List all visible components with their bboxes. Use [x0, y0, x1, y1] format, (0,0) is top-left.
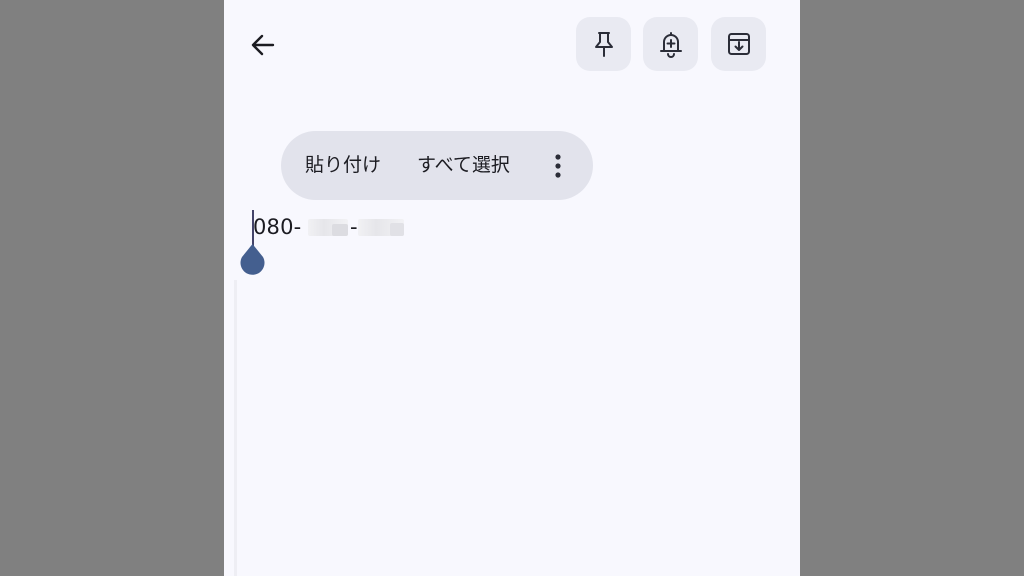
- back-button[interactable]: [242, 24, 284, 66]
- redacted-digits-1-detail: [332, 224, 348, 236]
- note-text: 080-: [253, 215, 301, 239]
- reminder-button[interactable]: [643, 17, 698, 71]
- edge-divider: [234, 280, 237, 576]
- bell-plus-icon: [659, 32, 682, 58]
- more-options-button[interactable]: [547, 152, 569, 180]
- phone-separator: -: [350, 215, 358, 239]
- teardrop-handle-icon: [240, 244, 265, 275]
- note-body-field[interactable]: 080- -: [252, 210, 772, 247]
- text-selection-menu: 貼り付け すべて選択: [281, 131, 593, 200]
- pin-icon: [594, 32, 613, 57]
- archive-button[interactable]: [711, 17, 766, 71]
- pin-button[interactable]: [576, 17, 631, 71]
- select-all-menu-item[interactable]: すべて選択: [417, 131, 510, 200]
- more-vert-icon: [555, 154, 561, 178]
- paste-menu-item[interactable]: 貼り付け: [305, 131, 381, 200]
- archive-icon: [727, 33, 750, 55]
- arrow-left-icon: [251, 34, 275, 56]
- phone-prefix: 080-: [253, 215, 302, 239]
- cursor-handle[interactable]: [238, 243, 267, 279]
- note-editor-screen: 貼り付け すべて選択 080- -: [224, 0, 800, 576]
- redacted-digits-2-detail: [390, 223, 404, 236]
